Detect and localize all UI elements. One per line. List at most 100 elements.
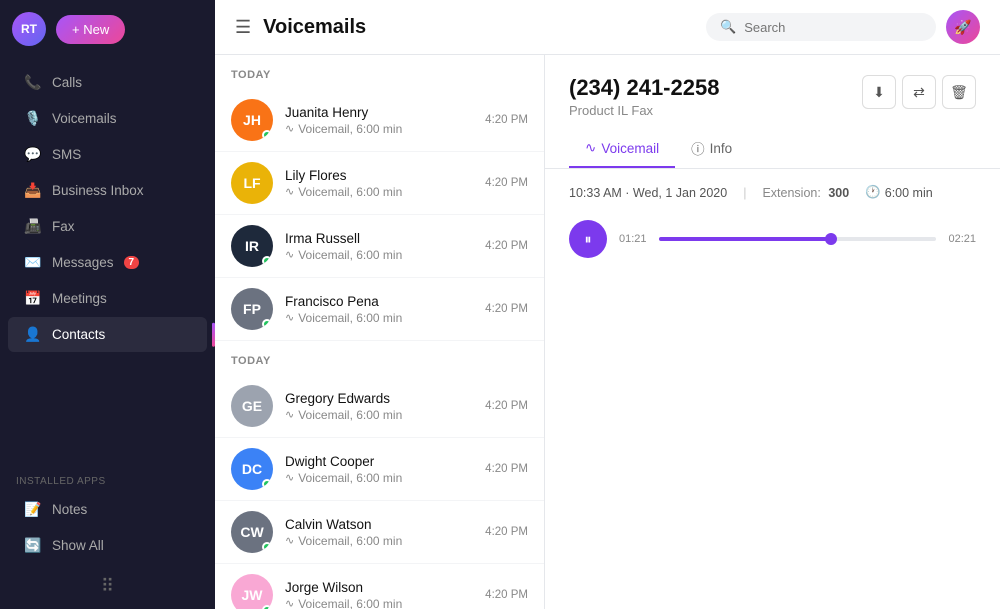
duration-info: 🕐 6:00 min	[865, 185, 933, 200]
tab-info[interactable]: ⓘ Info	[675, 130, 748, 168]
sidebar-item-business-inbox[interactable]: 📥 Business Inbox	[8, 173, 207, 208]
pause-button[interactable]: ⏸	[569, 220, 607, 258]
extension-value: 300	[828, 186, 849, 200]
voicemail-icon: ∿	[285, 311, 294, 324]
contact-avatar: DC	[231, 448, 273, 490]
contact-name: Dwight Cooper	[285, 454, 473, 469]
contact-info: Lily Flores ∿ Voicemail, 6:00 min	[285, 168, 473, 199]
sidebar-item-label: Contacts	[52, 327, 105, 342]
section-label: TODAY	[215, 341, 544, 375]
list-item[interactable]: JH Juanita Henry ∿ Voicemail, 6:00 min 4…	[215, 89, 544, 152]
sidebar-bottom: ⠿	[0, 564, 215, 609]
contact-time: 4:20 PM	[485, 526, 528, 538]
list-item[interactable]: GE Gregory Edwards ∿ Voicemail, 6:00 min…	[215, 375, 544, 438]
voicemail-icon: ∿	[285, 597, 294, 609]
contact-time: 4:20 PM	[485, 114, 528, 126]
sidebar-item-label: Show All	[52, 538, 104, 553]
hamburger-icon[interactable]: ☰	[235, 17, 251, 38]
clock-icon: 🕐	[865, 185, 881, 200]
contact-name: Jorge Wilson	[285, 580, 473, 595]
contact-sub: ∿ Voicemail, 6:00 min	[285, 471, 473, 485]
info-tab-icon: ⓘ	[691, 138, 705, 158]
contact-info: Dwight Cooper ∿ Voicemail, 6:00 min	[285, 454, 473, 485]
progress-fill	[659, 237, 831, 241]
download-button[interactable]: ⬇	[862, 75, 896, 109]
contacts-icon: 👤	[24, 326, 42, 343]
list-item[interactable]: CW Calvin Watson ∿ Voicemail, 6:00 min 4…	[215, 501, 544, 564]
search-input[interactable]	[744, 20, 922, 35]
sidebar-item-label: Messages	[52, 255, 114, 270]
sidebar-item-label: Business Inbox	[52, 183, 144, 198]
contact-list: TODAY JH Juanita Henry ∿ Voicemail, 6:00…	[215, 55, 545, 609]
online-indicator	[262, 256, 272, 266]
sidebar-item-messages[interactable]: ✉️ Messages 7	[8, 245, 207, 280]
sms-icon: 💬	[24, 146, 42, 163]
contact-avatar: IR	[231, 225, 273, 267]
detail-meta: 10:33 AM · Wed, 1 Jan 2020 | Extension: …	[569, 185, 976, 200]
contact-sub: ∿ Voicemail, 6:00 min	[285, 597, 473, 609]
sidebar-item-notes[interactable]: 📝 Notes	[8, 492, 207, 527]
contact-info: Gregory Edwards ∿ Voicemail, 6:00 min	[285, 391, 473, 422]
search-icon: 🔍	[720, 19, 736, 35]
voicemail-icon: ∿	[285, 185, 294, 198]
audio-player: ⏸ 01:21 02:21	[569, 220, 976, 258]
voicemail-icon: ∿	[285, 248, 294, 261]
meetings-icon: 📅	[24, 290, 42, 307]
sidebar-item-meetings[interactable]: 📅 Meetings	[8, 281, 207, 316]
sidebar-item-label: Fax	[52, 219, 75, 234]
contact-name: Gregory Edwards	[285, 391, 473, 406]
sidebar-item-label: Meetings	[52, 291, 107, 306]
list-item[interactable]: IR Irma Russell ∿ Voicemail, 6:00 min 4:…	[215, 215, 544, 278]
sidebar-item-calls[interactable]: 📞 Calls	[8, 65, 207, 100]
new-button[interactable]: + New	[56, 15, 125, 44]
meta-datetime: 10:33 AM · Wed, 1 Jan 2020	[569, 186, 727, 200]
list-item[interactable]: FP Francisco Pena ∿ Voicemail, 6:00 min …	[215, 278, 544, 341]
contact-time: 4:20 PM	[485, 303, 528, 315]
contact-sub: ∿ Voicemail, 6:00 min	[285, 534, 473, 548]
voicemail-tab-icon: ∿	[585, 140, 596, 156]
sidebar-item-sms[interactable]: 💬 SMS	[8, 137, 207, 172]
detail-panel: (234) 241-2258 Product IL Fax ⬇⇄🗑 ∿ Voic…	[545, 55, 1000, 609]
sidebar-item-show-all[interactable]: 🔄 Show All	[8, 528, 207, 563]
contact-avatar: CW	[231, 511, 273, 553]
list-item[interactable]: JW Jorge Wilson ∿ Voicemail, 6:00 min 4:…	[215, 564, 544, 609]
topbar: ☰ Voicemails 🔍 🚀	[215, 0, 1000, 55]
contact-info: Calvin Watson ∿ Voicemail, 6:00 min	[285, 517, 473, 548]
section-label: TODAY	[215, 55, 544, 89]
sidebar-item-voicemails[interactable]: 🎙️ Voicemails	[8, 101, 207, 136]
sidebar-item-fax[interactable]: 📠 Fax	[8, 209, 207, 244]
delete-button[interactable]: 🗑	[942, 75, 976, 109]
contact-name: Calvin Watson	[285, 517, 473, 532]
contact-time: 4:20 PM	[485, 463, 528, 475]
extension-info: Extension: 300	[762, 186, 849, 200]
contact-avatar: LF	[231, 162, 273, 204]
voicemail-icon: ∿	[285, 534, 294, 547]
search-bar: 🔍	[706, 13, 936, 41]
contact-sub: ∿ Voicemail, 6:00 min	[285, 311, 473, 325]
contact-name: Francisco Pena	[285, 294, 473, 309]
sidebar-item-label: Voicemails	[52, 111, 117, 126]
contact-info: Irma Russell ∿ Voicemail, 6:00 min	[285, 231, 473, 262]
tab-voicemail[interactable]: ∿ Voicemail	[569, 130, 675, 168]
forward-button[interactable]: ⇄	[902, 75, 936, 109]
rocket-button[interactable]: 🚀	[946, 10, 980, 44]
sidebar-item-label: SMS	[52, 147, 81, 162]
detail-body: 10:33 AM · Wed, 1 Jan 2020 | Extension: …	[545, 169, 1000, 609]
progress-bar[interactable]	[659, 237, 937, 241]
list-item[interactable]: LF Lily Flores ∿ Voicemail, 6:00 min 4:2…	[215, 152, 544, 215]
dots-icon[interactable]: ⠿	[101, 576, 114, 597]
contact-name: Lily Flores	[285, 168, 473, 183]
contact-time: 4:20 PM	[485, 589, 528, 601]
list-item[interactable]: DC Dwight Cooper ∿ Voicemail, 6:00 min 4…	[215, 438, 544, 501]
detail-header: (234) 241-2258 Product IL Fax ⬇⇄🗑 ∿ Voic…	[545, 55, 1000, 169]
sidebar: RT + New 📞 Calls 🎙️ Voicemails 💬 SMS 📥 B…	[0, 0, 215, 609]
voicemails-icon: 🎙️	[24, 110, 42, 127]
contact-sub: ∿ Voicemail, 6:00 min	[285, 122, 473, 136]
online-indicator	[262, 130, 272, 140]
show-all-icon: 🔄	[24, 537, 42, 554]
sidebar-item-contacts[interactable]: 👤 Contacts	[8, 317, 207, 352]
page-title: Voicemails	[263, 16, 366, 39]
sidebar-header: RT + New	[0, 0, 215, 58]
contact-avatar: JW	[231, 574, 273, 609]
notes-icon: 📝	[24, 501, 42, 518]
